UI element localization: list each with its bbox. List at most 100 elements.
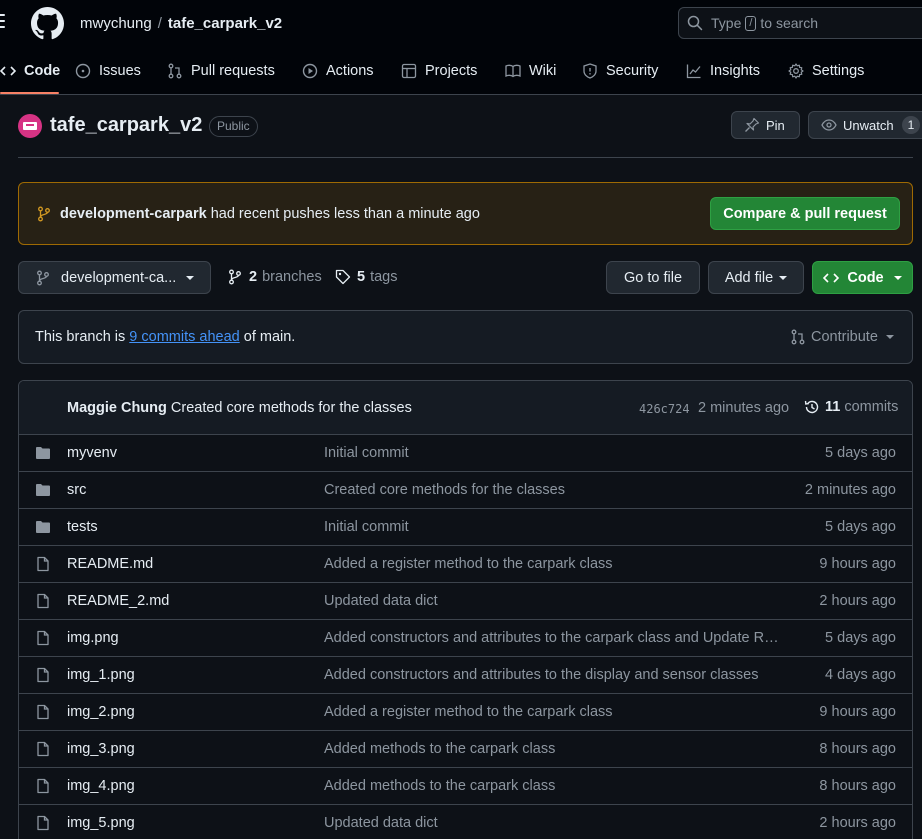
file-name-link[interactable]: img_1.png [67, 667, 135, 683]
file-icon [35, 815, 51, 831]
file-row[interactable]: README_2.md Updated data dict 2 hours ago [19, 583, 912, 620]
search-input[interactable]: Type / to search [678, 7, 922, 39]
commit-author-link[interactable]: Maggie Chung [67, 400, 167, 416]
git-pull-request-icon [168, 63, 182, 78]
commit-sha-link[interactable]: 426c724 [639, 402, 690, 416]
tab-settings[interactable]: Settings [788, 46, 864, 95]
tags-label: tags [370, 269, 398, 285]
search-shortcut-key: / [745, 15, 757, 31]
github-logo-icon[interactable] [31, 7, 64, 40]
tab-code[interactable]: Code [0, 46, 60, 95]
contribute-label: Contribute [811, 329, 878, 345]
tab-issues[interactable]: Issues [75, 46, 141, 95]
file-row[interactable]: img_2.png Added a register method to the … [19, 694, 912, 731]
search-suffix: to search [760, 15, 819, 31]
file-name-link[interactable]: src [67, 482, 86, 498]
branches-link[interactable]: 2 branches [227, 269, 322, 285]
file-row[interactable]: img_1.png Added constructors and attribut… [19, 657, 912, 694]
branch-selector-label: development-ca... [61, 269, 177, 286]
compare-pull-request-button[interactable]: Compare & pull request [710, 197, 900, 230]
tab-pull-requests[interactable]: Pull requests [167, 46, 275, 95]
tab-wiki[interactable]: Wiki [505, 46, 556, 95]
tab-projects[interactable]: Projects [401, 46, 477, 95]
commits-count: 11 [825, 399, 841, 415]
tag-icon [335, 269, 351, 285]
file-row[interactable]: img_3.png Added methods to the carpark cl… [19, 731, 912, 768]
file-row[interactable]: img_5.png Updated data dict 2 hours ago [19, 805, 912, 839]
tab-actions[interactable]: Actions [302, 46, 374, 95]
file-name-link[interactable]: myvenv [67, 445, 117, 461]
file-icon [35, 667, 51, 683]
file-row[interactable]: src Created core methods for the classes 2… [19, 472, 912, 509]
breadcrumb-repo-link[interactable]: tafe_carpark_v2 [168, 15, 282, 32]
file-icon [35, 704, 51, 720]
unwatch-button-label: Unwatch [843, 117, 894, 133]
file-commit-date: 2 hours ago [819, 593, 896, 609]
file-commit-message-link[interactable]: Created core methods for the classes [324, 482, 782, 498]
chevron-down-icon [186, 275, 195, 280]
file-name-link[interactable]: img.png [67, 630, 119, 646]
commit-history-link[interactable]: 11 commits [804, 399, 898, 415]
tab-pull-requests-label: Pull requests [191, 62, 275, 79]
file-commit-date: 9 hours ago [819, 556, 896, 572]
commits-ahead-link[interactable]: 9 commits ahead [129, 329, 239, 345]
tab-security[interactable]: Security [582, 46, 658, 95]
tags-count: 5 [357, 269, 366, 285]
branch-selector[interactable]: development-ca... [18, 261, 211, 294]
code-button[interactable]: Code [812, 261, 913, 294]
go-to-file-button[interactable]: Go to file [606, 261, 700, 294]
global-header: mwychung / tafe_carpark_v2 Type / to searc… [0, 0, 922, 46]
visibility-badge: Public [209, 116, 258, 137]
file-commit-message-link[interactable]: Initial commit [324, 445, 782, 461]
code-icon [823, 272, 840, 283]
tab-insights[interactable]: Insights [686, 46, 760, 95]
file-row[interactable]: README.md Added a register method to the … [19, 546, 912, 583]
folder-icon [35, 445, 51, 461]
file-name-link[interactable]: img_3.png [67, 741, 135, 757]
file-commit-message-link[interactable]: Updated data dict [324, 815, 782, 831]
watchers-counter: 1 [901, 116, 921, 134]
file-name-link[interactable]: README.md [67, 556, 153, 572]
add-file-button[interactable]: Add file [708, 261, 804, 294]
file-row[interactable]: myvenv Initial commit 5 days ago [19, 435, 912, 472]
git-branch-icon [229, 269, 241, 285]
file-name-link[interactable]: img_5.png [67, 815, 135, 831]
file-commit-date: 4 days ago [825, 667, 896, 683]
file-commit-message-link[interactable]: Initial commit [324, 519, 782, 535]
branch-status-box: This branch is 9 commits ahead of main. … [18, 310, 913, 364]
file-row[interactable]: img_4.png Added methods to the carpark cl… [19, 768, 912, 805]
breadcrumb-owner-link[interactable]: mwychung [80, 15, 152, 32]
file-commit-message-link[interactable]: Added a register method to the carpark c… [324, 556, 782, 572]
file-name-link[interactable]: README_2.md [67, 593, 169, 609]
file-name-link[interactable]: img_4.png [67, 778, 135, 794]
repo-avatar[interactable] [18, 114, 42, 138]
file-commit-message-link[interactable]: Updated data dict [324, 593, 782, 609]
file-commit-message-link[interactable]: Added methods to the carpark class [324, 741, 782, 757]
breadcrumb-separator: / [157, 15, 162, 32]
file-name-link[interactable]: tests [67, 519, 98, 535]
unwatch-button[interactable]: Unwatch 1 [808, 111, 922, 139]
file-commit-message-link[interactable]: Added a register method to the carpark c… [324, 704, 782, 720]
repo-title[interactable]: tafe_carpark_v2 [50, 114, 202, 137]
history-icon [804, 400, 819, 414]
latest-commit-author: Maggie Chung Created core methods for the… [67, 400, 412, 416]
tab-issues-label: Issues [99, 62, 141, 79]
repo-nav: Code Issues Pull requests Actions Projec… [0, 46, 922, 95]
tags-link[interactable]: 5 tags [335, 269, 398, 285]
pin-button[interactable]: Pin [731, 111, 800, 139]
branches-count: 2 [249, 269, 258, 285]
pin-button-label: Pin [766, 117, 785, 133]
latest-commit-row: Maggie Chung Created core methods for the… [19, 381, 912, 435]
contribute-button[interactable]: Contribute [790, 329, 894, 345]
file-row[interactable]: img.png Added constructors and attributes… [19, 620, 912, 657]
file-commit-message-link[interactable]: Added methods to the carpark class [324, 778, 782, 794]
file-commit-message-link[interactable]: Added constructors and attributes to the… [324, 630, 782, 646]
commits-label: commits [844, 399, 899, 415]
file-row[interactable]: tests Initial commit 5 days ago [19, 509, 912, 546]
file-commit-message-link[interactable]: Added constructors and attributes to the… [324, 667, 782, 683]
latest-commit-message[interactable]: Created core methods for the classes [171, 400, 412, 416]
file-name-link[interactable]: img_2.png [67, 704, 135, 720]
menu-icon[interactable] [0, 14, 8, 30]
git-branch-icon [38, 206, 50, 222]
recent-push-branch[interactable]: development-carpark [60, 206, 207, 222]
